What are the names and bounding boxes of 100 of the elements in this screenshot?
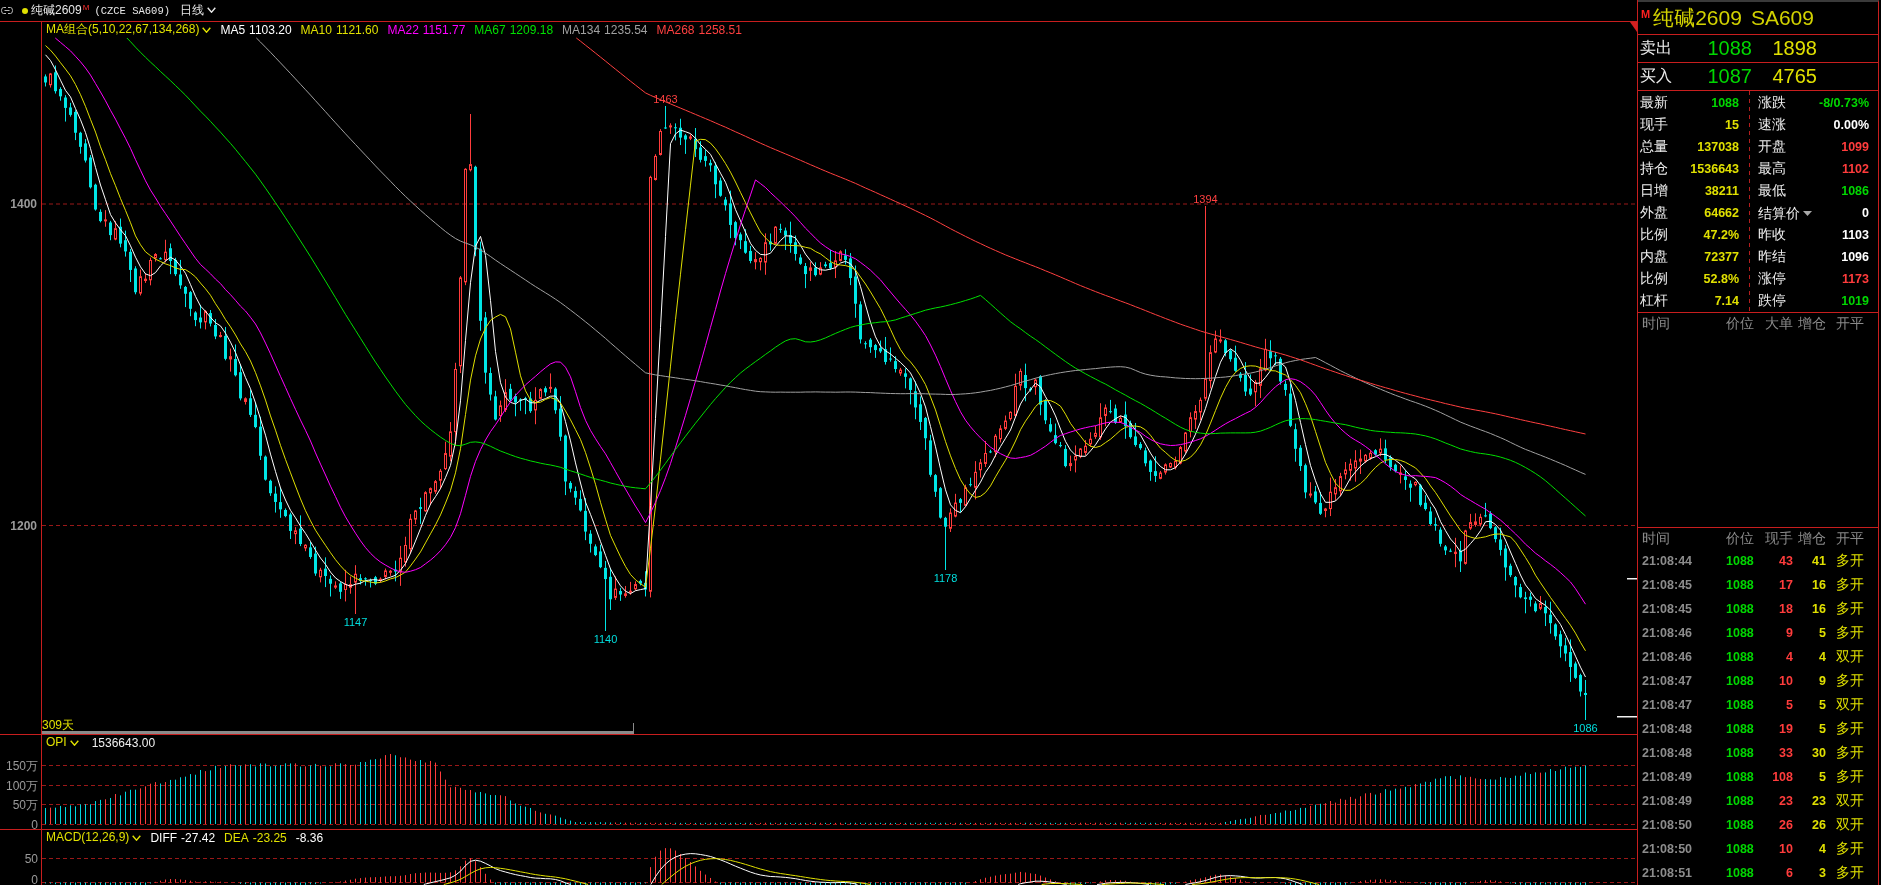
settlement-dropdown[interactable]: 结算价: [1758, 204, 1812, 222]
axis-label: 1200: [10, 518, 37, 533]
stat-value: 47.2%: [1703, 228, 1739, 242]
price-marker-label: 1140: [593, 633, 618, 645]
price-marker-label: 1147: [343, 616, 368, 628]
time-cell: 21:08:45: [1642, 578, 1693, 592]
price-cell: 1088: [1726, 746, 1754, 760]
price-level-mark: [1617, 716, 1637, 718]
stat-value: 15: [1725, 118, 1739, 132]
stat-value: 0.00%: [1833, 118, 1869, 132]
stat-label: 比例: [1640, 270, 1668, 288]
axis-label: 100万: [5, 778, 38, 793]
volume-cell: 26: [1779, 818, 1793, 832]
order-side-label: 卖出: [1640, 38, 1673, 58]
stat-label: 昨结: [1758, 248, 1786, 266]
volume-cell: 18: [1779, 602, 1793, 616]
column-header: 价位: [1726, 529, 1754, 548]
price-cell: 1088: [1726, 818, 1754, 832]
stat-value: 7.14: [1714, 294, 1739, 308]
price-cell: 1088: [1726, 602, 1754, 616]
price-marker-label: 1086: [1573, 722, 1598, 734]
stat-label: 最新: [1640, 94, 1668, 112]
indicator-dropdown[interactable]: MA组合(5,10,22,67,134,268): [46, 23, 212, 37]
stat-label: 日增: [1640, 182, 1668, 200]
indicator-dropdown[interactable]: OPI: [46, 736, 79, 750]
open-interest-change-cell: 5: [1819, 722, 1826, 736]
open-interest-change-cell: 5: [1819, 626, 1826, 640]
stat-value: 1103: [1841, 228, 1869, 242]
volume-cell: 108: [1772, 770, 1793, 784]
price-cell: 1088: [1726, 554, 1754, 568]
trade-type-cell: 多开: [1836, 672, 1864, 690]
indicator-value: 1536643.00: [91, 736, 156, 750]
axis-label: 0: [31, 873, 38, 885]
trade-type-cell: 双开: [1836, 792, 1864, 810]
trade-type-cell: 多开: [1836, 840, 1864, 858]
legend-name: MA10: [300, 23, 332, 37]
stat-label: 昨收: [1758, 226, 1786, 244]
trade-type-cell: 多开: [1836, 720, 1864, 738]
trade-type-cell: 多开: [1836, 552, 1864, 570]
caret-icon: [1803, 210, 1812, 216]
volume-cell: 5: [1786, 698, 1793, 712]
open-interest-change-cell: 9: [1819, 674, 1826, 688]
volume-cell: 33: [1779, 746, 1793, 760]
column-header: 开平: [1836, 529, 1864, 548]
range-label: 309天: [42, 718, 75, 732]
stat-value: 1088: [1711, 96, 1739, 110]
stat-value: 0: [1862, 206, 1869, 220]
legend-value: 1209.18: [509, 23, 554, 37]
open-interest-change-cell: 3: [1819, 866, 1826, 880]
trade-type-cell: 双开: [1836, 816, 1864, 834]
axis-label: 50: [24, 851, 38, 866]
indicator-dropdown[interactable]: MACD(12,26,9): [46, 831, 142, 845]
column-header: 现手: [1765, 529, 1793, 548]
legend-value: -23.25: [252, 831, 287, 845]
stat-label: 速涨: [1758, 116, 1786, 134]
volume-cell: 6: [1786, 866, 1793, 880]
trade-type-cell: 双开: [1836, 648, 1864, 666]
trade-type-cell: 多开: [1836, 600, 1864, 618]
price-value: 1087: [1707, 65, 1752, 88]
stat-value: 1096: [1841, 250, 1869, 264]
price-marker-label: 1394: [1193, 193, 1218, 205]
stat-label: 外盘: [1640, 204, 1668, 222]
time-cell: 21:08:50: [1642, 842, 1693, 856]
time-cell: 21:08:51: [1642, 866, 1693, 880]
open-interest-change-cell: 41: [1812, 554, 1826, 568]
volume-cell: 43: [1779, 554, 1793, 568]
stat-label: 涨停: [1758, 270, 1786, 288]
trade-type-cell: 多开: [1836, 768, 1864, 786]
price-cell: 1088: [1726, 674, 1754, 688]
symbol-name: 纯碱2609: [31, 2, 82, 19]
stat-label: 涨跌: [1758, 94, 1786, 112]
stat-label: 总量: [1640, 138, 1668, 156]
stat-value: 1086: [1841, 184, 1869, 198]
trade-type-cell: 双开: [1836, 696, 1864, 714]
volume-cell: 4: [1786, 650, 1793, 664]
stat-value: 38211: [1704, 184, 1739, 198]
stat-label: 杠杆: [1640, 292, 1668, 310]
volume-value: 4765: [1772, 65, 1817, 88]
status-dot-icon: [22, 7, 28, 14]
link-icon[interactable]: [1, 7, 13, 14]
stat-value: 1102: [1841, 162, 1869, 176]
trade-type-cell: 多开: [1836, 576, 1864, 594]
time-cell: 21:08:50: [1642, 818, 1693, 832]
price-cell: 1088: [1726, 578, 1754, 592]
open-interest-change-cell: 23: [1812, 794, 1826, 808]
stat-label: 内盘: [1640, 248, 1668, 266]
trade-type-cell: 多开: [1836, 624, 1864, 642]
stat-value: 1099: [1841, 140, 1869, 154]
legend-value: -8.36: [295, 831, 324, 845]
open-interest-change-cell: 16: [1812, 578, 1826, 592]
column-header: 价位: [1726, 314, 1754, 333]
axis-label: 150万: [5, 758, 38, 773]
volume-cell: 10: [1779, 842, 1793, 856]
price-marker-label: 1178: [933, 572, 958, 584]
chevron-icon: [69, 740, 79, 746]
legend-name: MA22: [387, 23, 419, 37]
period-dropdown[interactable]: 日线: [180, 3, 216, 18]
order-side-label: 买入: [1640, 66, 1673, 86]
legend-name: MA134: [562, 23, 601, 37]
price-cell: 1088: [1726, 794, 1754, 808]
